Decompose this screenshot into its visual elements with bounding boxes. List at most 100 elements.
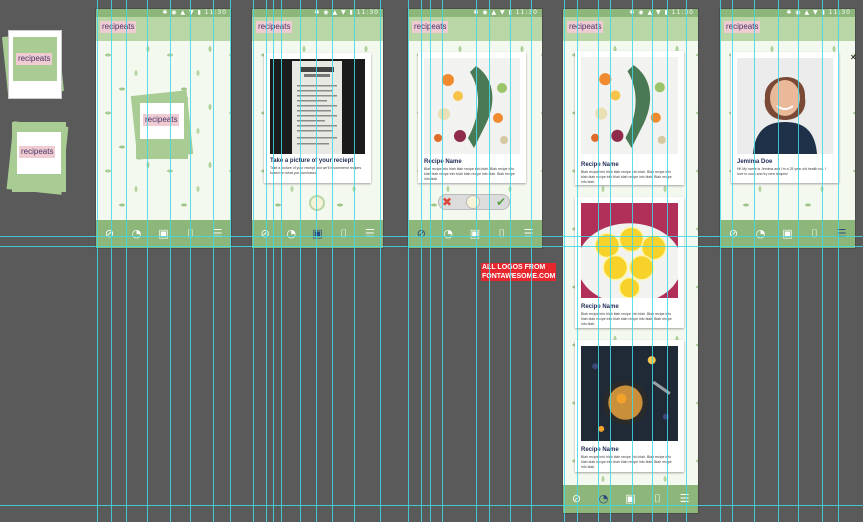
logo-card-2: recipeats <box>12 122 66 192</box>
recipe-desc: Blah recipe info blah blah recipe info b… <box>581 312 672 326</box>
phone-profile: ✱ ◉ ▲ ▼ ▮ 11:30 recipeats Jemima Doe Hi!… <box>720 9 855 248</box>
guide-line <box>652 0 653 522</box>
splash-content: recipeats <box>96 41 231 220</box>
guide-line <box>300 0 301 522</box>
recipe-desc: Blah recipe info blah blah recipe info b… <box>424 167 515 181</box>
guide-line <box>598 0 599 522</box>
guide-line <box>577 0 578 522</box>
guide-line <box>798 0 799 522</box>
close-icon[interactable]: ✕ <box>850 54 857 62</box>
profile-content: Jemima Doe Hi! My name is Jemima and I'm… <box>720 41 855 220</box>
guide-line <box>421 0 422 522</box>
logos-credit-note: ALL LOGOS FROM FONTAWESOME.COM <box>481 263 557 281</box>
guide-line <box>354 0 355 522</box>
sliders-icon[interactable]: ☰ <box>835 227 849 241</box>
sliders-icon[interactable]: ☰ <box>678 492 692 506</box>
feed-content: Recipe Name Blah recipe info blah blah r… <box>563 41 698 485</box>
gift-icon[interactable]: ▣ <box>624 492 638 506</box>
guide-line <box>0 236 863 237</box>
guide-line <box>720 0 721 522</box>
phone-swipe: ✱ ◉ ▲ ▼ ▮ 11:30 recipeats Recipe Name Bl… <box>408 9 542 248</box>
status-bar: ✱ ◉ ▲ ▼ ▮ 11:30 <box>96 9 231 17</box>
sliders-icon[interactable]: ☰ <box>522 227 536 241</box>
guide-line <box>380 0 381 522</box>
bottom-nav: ⊘ ◔ ▣ ⌷ ☰ <box>408 220 542 248</box>
bookmark-icon[interactable]: ⌷ <box>808 227 822 241</box>
fire-icon[interactable]: ◔ <box>284 227 298 241</box>
guide-line <box>281 0 282 522</box>
splash-brand-label: recipeats <box>143 114 180 126</box>
receipt-title: Take a picture of your reciept <box>270 158 354 164</box>
gift-icon[interactable]: ▣ <box>468 227 482 241</box>
guide-line <box>190 0 191 522</box>
fire-icon[interactable]: ◔ <box>754 227 768 241</box>
recipe-photo <box>581 203 678 298</box>
swipe-content: Recipe Name Blah recipe info blah blah r… <box>408 41 542 220</box>
profile-photo <box>737 58 833 154</box>
compass-icon[interactable]: ⊘ <box>727 227 741 241</box>
compass-icon[interactable]: ⊘ <box>103 227 117 241</box>
gift-icon[interactable]: ▣ <box>157 227 171 241</box>
recipe-photo <box>581 57 678 154</box>
guide-line <box>489 0 490 522</box>
receipt-desc: Take a picture of your receipt and we'll… <box>270 166 362 175</box>
accept-icon[interactable]: ✔ <box>496 195 506 209</box>
app-bar: recipeats <box>96 17 231 41</box>
receipt-photo <box>270 59 365 154</box>
note-line-1: ALL LOGOS FROM <box>482 264 546 271</box>
toggle-knob[interactable] <box>466 195 480 209</box>
phone-splash: ✱ ◉ ▲ ▼ ▮ 11:30 recipeats recipeats ⊘ ◔ … <box>96 9 231 248</box>
guide-line <box>822 0 823 522</box>
status-bar: ✱ ◉ ▲ ▼ ▮ 11:30 <box>563 9 698 17</box>
guide-line <box>610 0 611 522</box>
fire-icon[interactable]: ◔ <box>441 227 455 241</box>
guide-line <box>97 0 98 522</box>
sliders-icon[interactable]: ☰ <box>363 227 377 241</box>
splash-card: recipeats <box>136 97 188 159</box>
recipe-name: Recipe Name <box>581 304 619 310</box>
shutter-button[interactable] <box>309 195 325 211</box>
app-title: recipeats <box>100 21 137 33</box>
guide-line <box>754 0 755 522</box>
guide-line <box>686 0 687 522</box>
guide-line <box>332 0 333 522</box>
app-bar: recipeats <box>252 17 383 41</box>
bottom-nav: ⊘ ◔ ▣ ⌷ ☰ <box>96 220 231 248</box>
guide-line <box>442 0 443 522</box>
status-bar: ✱ ◉ ▲ ▼ ▮ 11:30 <box>252 9 383 17</box>
gift-icon[interactable]: ▣ <box>310 227 324 241</box>
guide-line <box>266 0 267 522</box>
status-bar: ✱ ◉ ▲ ▼ ▮ 11:30 <box>720 9 855 17</box>
guide-line <box>510 0 511 522</box>
app-bar: recipeats <box>408 17 542 41</box>
logo-brand-label-2: recipeats <box>19 146 56 158</box>
guide-line <box>778 0 779 522</box>
guide-line <box>111 0 112 522</box>
recipe-desc: Blah recipe info blah blah recipe info b… <box>581 455 672 469</box>
recipe-name: Recipe Name <box>581 162 619 168</box>
bookmark-icon[interactable]: ⌷ <box>337 227 351 241</box>
guide-line <box>126 0 127 522</box>
recipe-desc: Blah recipe info blah blah recipe info b… <box>581 170 672 184</box>
bottom-nav: ⊘ ◔ ▣ ⌷ ☰ <box>720 220 855 248</box>
guide-line <box>531 0 532 522</box>
logo-card-1: recipeats <box>8 30 62 99</box>
guide-line <box>632 0 633 522</box>
swipe-toggle[interactable]: ✖ ✔ <box>438 194 510 210</box>
guide-line <box>273 0 274 522</box>
recipe-name: Recipe Name <box>581 447 619 453</box>
gift-icon[interactable]: ▣ <box>781 227 795 241</box>
guide-line <box>253 0 254 522</box>
fire-icon[interactable]: ◔ <box>130 227 144 241</box>
guide-line <box>408 0 409 522</box>
guide-line <box>230 0 231 522</box>
guide-line <box>667 0 668 522</box>
status-bar: ✱ ◉ ▲ ▼ ▮ 11:30 <box>408 9 542 17</box>
guide-line <box>147 0 148 522</box>
guide-line <box>0 246 863 247</box>
phone-receipt: ✱ ◉ ▲ ▼ ▮ 11:30 recipeats Take a picture… <box>252 9 383 248</box>
reject-icon[interactable]: ✖ <box>442 195 452 209</box>
guide-line <box>170 0 171 522</box>
bookmark-icon[interactable]: ⌷ <box>495 227 509 241</box>
app-title: recipeats <box>256 21 293 33</box>
